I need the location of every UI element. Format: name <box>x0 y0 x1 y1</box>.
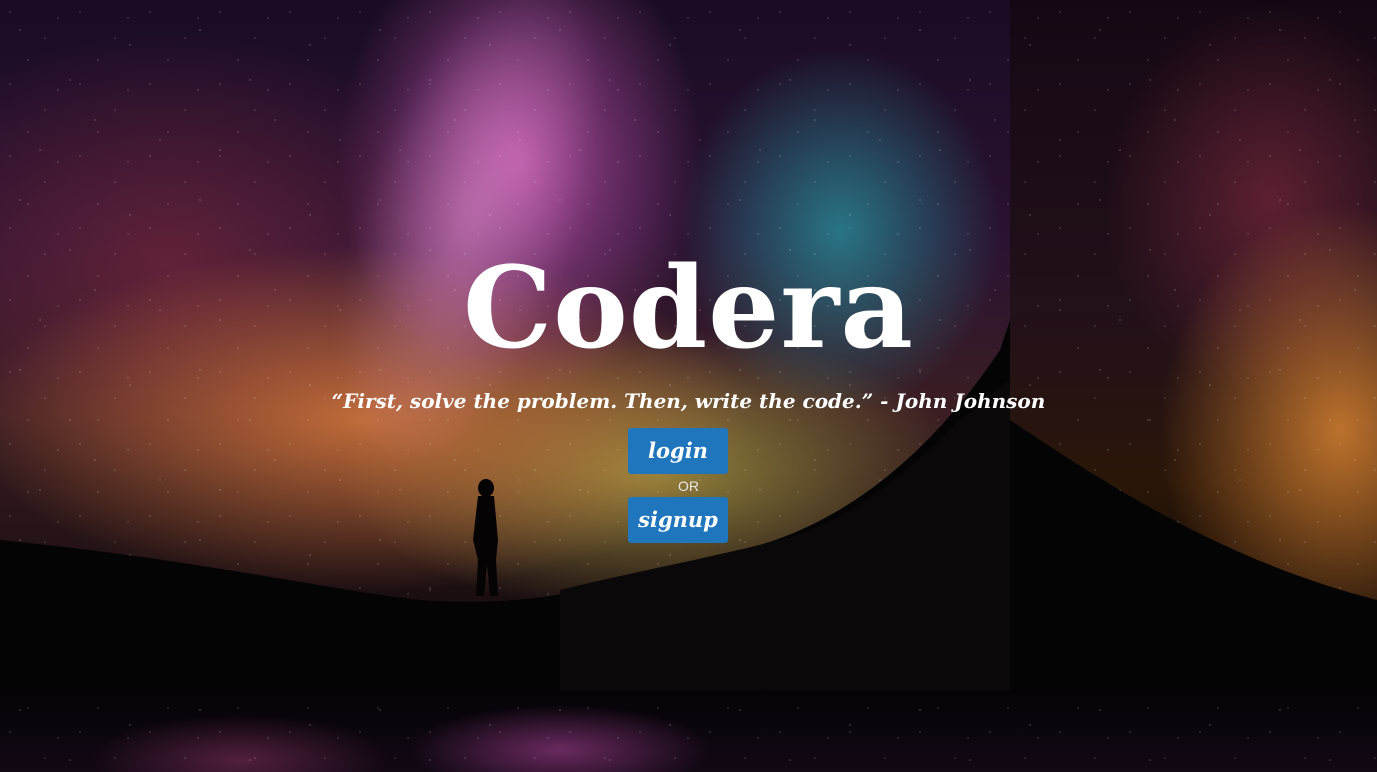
app-title: Codera <box>463 243 914 374</box>
landing-page: Codera “First, solve the problem. Then, … <box>0 0 1377 772</box>
tagline-quote: “First, solve the problem. Then, write t… <box>331 389 1046 413</box>
or-separator: OR <box>678 478 699 494</box>
hero-content: Codera “First, solve the problem. Then, … <box>0 0 1377 772</box>
login-button[interactable]: login <box>628 428 728 474</box>
signup-button[interactable]: signup <box>628 497 728 543</box>
